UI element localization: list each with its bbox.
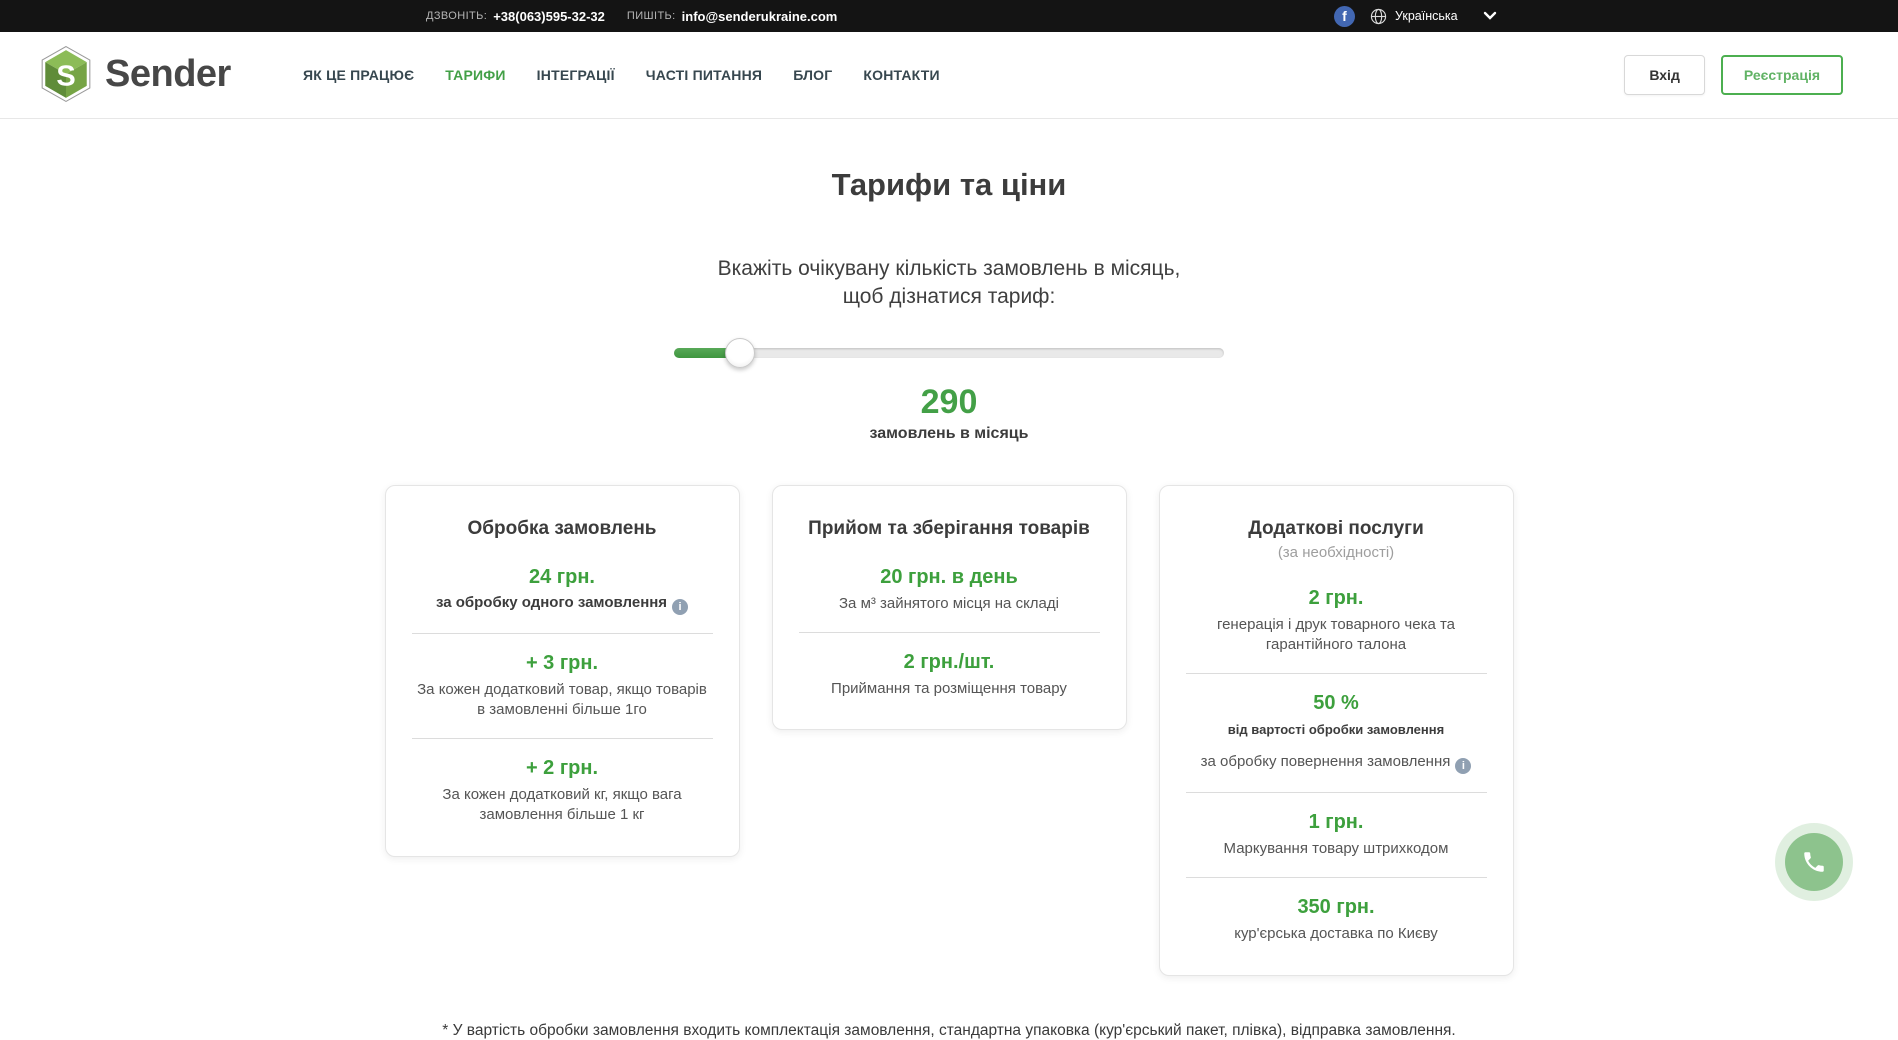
facebook-icon[interactable]: f — [1334, 6, 1355, 27]
nav-item-contacts[interactable]: КОНТАКТИ — [863, 67, 939, 83]
call-floating-button-inner — [1785, 833, 1843, 891]
price-item: + 2 грн. За кожен додатковий кг, якщо ва… — [412, 757, 713, 826]
language-selector[interactable]: Українська — [1370, 8, 1458, 25]
slider-handle[interactable] — [725, 338, 755, 368]
slider-track[interactable] — [674, 348, 1224, 358]
price-value: 24 грн. — [412, 566, 713, 589]
pricing-cards: Обробка замовлень 24 грн. за обробку одн… — [0, 485, 1898, 976]
header: S Sender ЯК ЦЕ ПРАЦЮЄ ТАРИФИ ІНТЕГРАЦІЇ … — [0, 32, 1898, 119]
card-title: Додаткові послуги — [1186, 518, 1487, 540]
price-value: 1 грн. — [1186, 811, 1487, 834]
price-desc: Приймання та розміщення товару — [799, 679, 1100, 699]
price-desc: кур'єрська доставка по Києву — [1186, 924, 1487, 944]
card-body: 24 грн. за обробку одного замовлення i + … — [412, 566, 713, 826]
orders-slider[interactable] — [674, 338, 1224, 368]
divider — [1186, 673, 1487, 674]
topbar: ДЗВОНІТЬ: +38(063)595-32-32 ПИШІТЬ: info… — [0, 0, 1898, 32]
info-icon[interactable]: i — [672, 599, 688, 615]
price-desc: За кожен додатковий товар, якщо товарів … — [412, 680, 713, 721]
card-title: Прийом та зберігання товарів — [799, 518, 1100, 540]
price-item: 350 грн. кур'єрська доставка по Києву — [1186, 896, 1487, 944]
price-item: + 3 грн. За кожен додатковий товар, якщо… — [412, 652, 713, 721]
call-floating-button[interactable] — [1775, 823, 1853, 901]
price-value: 20 грн. в день — [799, 566, 1100, 589]
pricing-footnote: * У вартість обробки замовлення входить … — [0, 1022, 1898, 1040]
card-receiving-storage: Прийом та зберігання товарів 20 грн. в д… — [772, 485, 1127, 731]
info-icon[interactable]: i — [1455, 758, 1471, 774]
login-button[interactable]: Вхід — [1624, 55, 1705, 95]
price-value: 2 грн./шт. — [799, 651, 1100, 674]
price-value: 50 % — [1186, 692, 1487, 715]
nav-item-faq[interactable]: ЧАСТІ ПИТАННЯ — [646, 67, 762, 83]
slider-prompt-line1: Вкажіть очікувану кількість замовлень в … — [0, 255, 1898, 283]
price-desc: за обробку одного замовлення i — [412, 594, 713, 615]
price-item: 2 грн. генерація і друк товарного чека т… — [1186, 587, 1487, 656]
divider — [799, 632, 1100, 633]
price-item: 50 % від вартості обробки замовлення за … — [1186, 692, 1487, 774]
sender-logo-icon: S — [40, 46, 92, 103]
card-title: Обробка замовлень — [412, 518, 713, 540]
price-value: + 2 грн. — [412, 757, 713, 780]
page-title: Тарифи та ціни — [0, 167, 1898, 203]
nav-item-how-it-works[interactable]: ЯК ЦЕ ПРАЦЮЄ — [303, 67, 414, 83]
call-label: ДЗВОНІТЬ: — [426, 10, 487, 22]
card-additional-services: Додаткові послуги (за необхідності) 2 гр… — [1159, 485, 1514, 976]
price-item: 20 грн. в день За м³ зайнятого місця на … — [799, 566, 1100, 614]
topbar-right: f Українська — [1334, 0, 1497, 32]
price-item: 2 грн./шт. Приймання та розміщення товар… — [799, 651, 1100, 699]
phone-icon — [1801, 849, 1827, 875]
divider — [1186, 877, 1487, 878]
chevron-down-icon[interactable] — [1483, 11, 1497, 21]
slider-prompt: Вкажіть очікувану кількість замовлень в … — [0, 255, 1898, 312]
auth-buttons: Вхід Реєстрація — [1624, 55, 1843, 95]
email-link[interactable]: info@senderukraine.com — [682, 9, 838, 24]
price-desc: генерація і друк товарного чека та гаран… — [1186, 615, 1487, 656]
slider-prompt-line2: щоб дізнатися тариф: — [0, 283, 1898, 311]
main-content: Тарифи та ціни Вкажіть очікувану кількіс… — [0, 167, 1898, 1040]
card-body: 2 грн. генерація і друк товарного чека т… — [1186, 587, 1487, 945]
price-value: 2 грн. — [1186, 587, 1487, 610]
price-item: 24 грн. за обробку одного замовлення i — [412, 566, 713, 615]
price-desc-secondary-text: за обробку повернення замовлення — [1201, 753, 1451, 770]
language-label: Українська — [1395, 9, 1458, 23]
price-desc-secondary: за обробку повернення замовленняi — [1186, 753, 1487, 774]
svg-text:S: S — [56, 60, 75, 92]
nav-item-tariffs[interactable]: ТАРИФИ — [445, 67, 505, 83]
brand-name: Sender — [105, 53, 231, 96]
price-desc: За м³ зайнятого місця на складі — [799, 594, 1100, 614]
register-button[interactable]: Реєстрація — [1721, 55, 1843, 95]
price-desc: від вартості обробки замовлення — [1186, 722, 1487, 737]
main-nav: ЯК ЦЕ ПРАЦЮЄ ТАРИФИ ІНТЕГРАЦІЇ ЧАСТІ ПИТ… — [303, 32, 940, 118]
write-label: ПИШІТЬ: — [627, 10, 676, 22]
divider — [1186, 792, 1487, 793]
nav-item-integrations[interactable]: ІНТЕГРАЦІЇ — [537, 67, 615, 83]
card-order-processing: Обробка замовлень 24 грн. за обробку одн… — [385, 485, 740, 857]
topbar-contacts: ДЗВОНІТЬ: +38(063)595-32-32 ПИШІТЬ: info… — [426, 0, 837, 32]
card-subtitle: (за необхідності) — [1186, 544, 1487, 561]
divider — [412, 738, 713, 739]
price-desc: Маркування товару штрихкодом — [1186, 839, 1487, 859]
price-value: + 3 грн. — [412, 652, 713, 675]
price-desc-text: за обробку одного замовлення — [436, 594, 667, 611]
price-value: 350 грн. — [1186, 896, 1487, 919]
divider — [412, 633, 713, 634]
logo[interactable]: S Sender — [40, 46, 231, 103]
orders-count-label: замовлень в місяць — [0, 425, 1898, 443]
card-body: 20 грн. в день За м³ зайнятого місця на … — [799, 566, 1100, 700]
phone-link[interactable]: +38(063)595-32-32 — [493, 9, 605, 24]
price-item: 1 грн. Маркування товару штрихкодом — [1186, 811, 1487, 859]
orders-count-value: 290 — [0, 383, 1898, 422]
globe-icon — [1370, 8, 1387, 25]
nav-item-blog[interactable]: БЛОГ — [793, 67, 832, 83]
price-desc: За кожен додатковий кг, якщо вага замовл… — [412, 785, 713, 826]
